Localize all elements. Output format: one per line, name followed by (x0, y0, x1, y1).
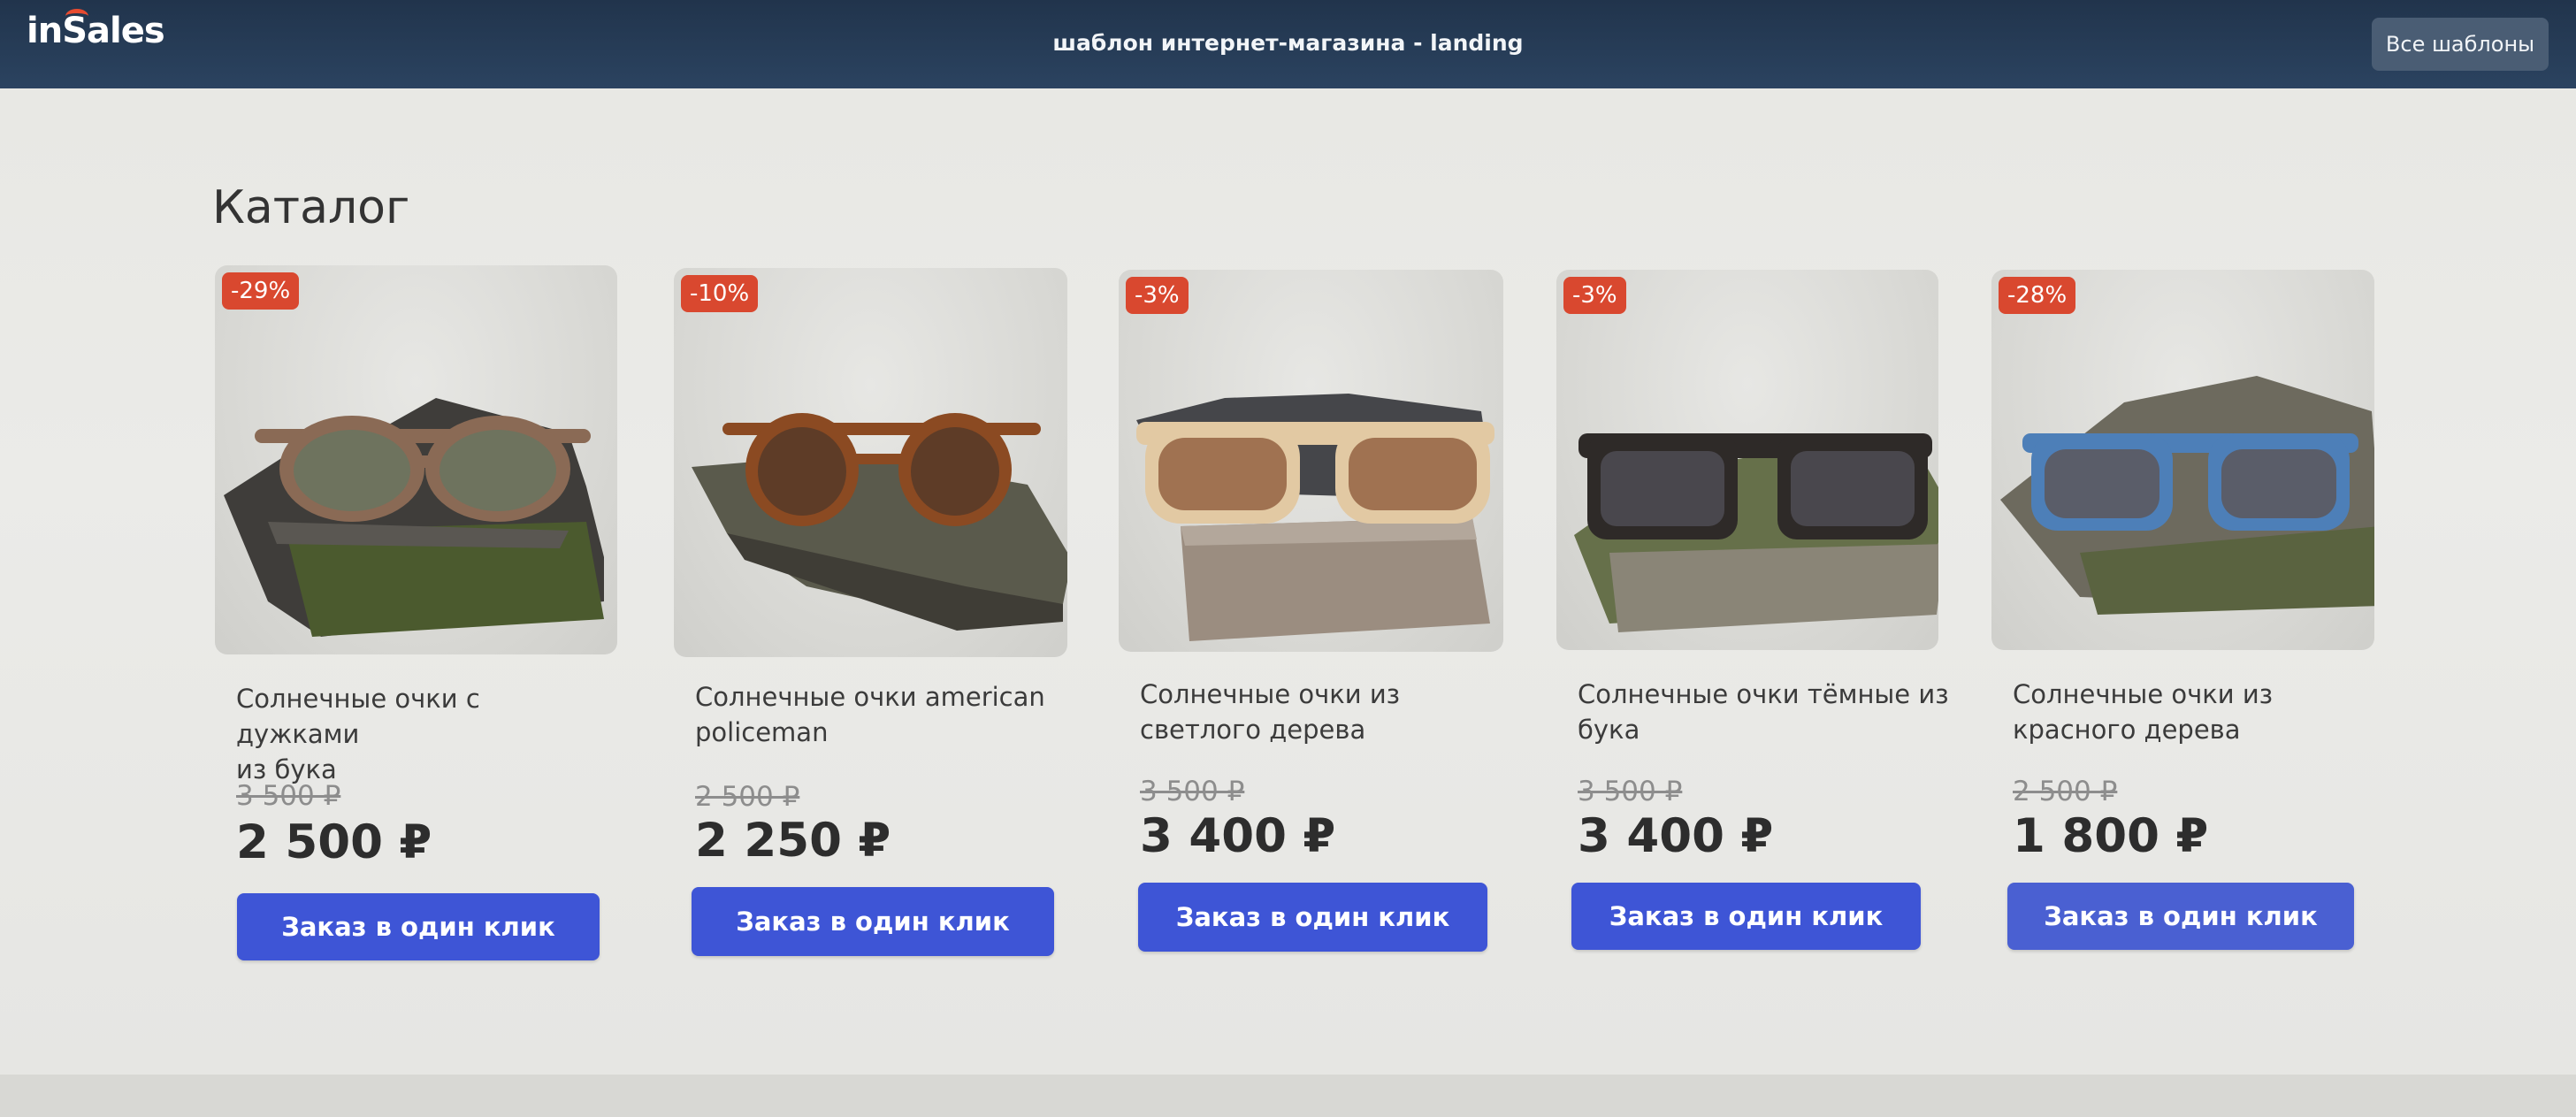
one-click-order-button[interactable]: Заказ в один клик (1571, 883, 1921, 950)
product-image[interactable]: -29% (215, 265, 617, 654)
sunglasses-on-stone-image (1136, 394, 1494, 641)
price: 3 400 ₽ (1578, 809, 1774, 863)
product-image[interactable]: -28% (1991, 270, 2374, 650)
all-templates-button[interactable]: Все шаблоны (2372, 18, 2549, 71)
discount-badge: -3% (1126, 277, 1189, 314)
one-click-order-button[interactable]: Заказ в один клик (692, 887, 1054, 956)
top-bar: inSales шаблон интернет-магазина - landi… (0, 0, 2576, 88)
product-image[interactable]: -3% (1119, 270, 1503, 652)
product-card: -28% Солнечные очки из красного дерева 2… (1991, 270, 2394, 977)
discount-badge: -3% (1563, 277, 1626, 314)
sunglasses-on-stone-image (2000, 376, 2374, 615)
product-name[interactable]: Солнечные очки тёмные из бука (1578, 677, 1949, 747)
price: 1 800 ₽ (2013, 809, 2209, 863)
one-click-order-button[interactable]: Заказ в один клик (1138, 883, 1487, 952)
discount-badge: -10% (681, 275, 759, 312)
logo-arc-icon (65, 9, 88, 24)
product-name[interactable]: Солнечные очки из красного дерева (2013, 677, 2384, 747)
product-card: -29% Солнечные очки с дужками из бука 3 … (215, 265, 617, 973)
old-price: 2 500 ₽ (695, 781, 800, 813)
template-title: шаблон интернет-магазина - landing (1052, 30, 1524, 56)
old-price: 3 500 ₽ (1140, 776, 1245, 807)
discount-badge: -28% (1999, 277, 2076, 314)
sunglasses-on-stone-image (1574, 433, 1938, 632)
price: 2 500 ₽ (236, 815, 432, 869)
page-bottom (0, 1075, 2576, 1117)
product-name[interactable]: Солнечные очки с дужками из бука (236, 681, 608, 787)
product-image[interactable]: -3% (1556, 270, 1938, 650)
one-click-order-button[interactable]: Заказ в один клик (2007, 883, 2354, 950)
product-name[interactable]: Солнечные очки из светлого дерева (1140, 677, 1511, 747)
one-click-order-button[interactable]: Заказ в один клик (237, 893, 600, 960)
product-card: -3% Солнечные очки тёмные из бука 3 500 … (1556, 270, 1959, 977)
product-name[interactable]: Солнечные очки american policeman (695, 679, 1066, 750)
sunglasses-on-stone-image (224, 398, 604, 637)
price: 3 400 ₽ (1140, 809, 1336, 863)
product-card: -10% Солнечные очки american policeman 2… (674, 268, 1076, 975)
landing-page: Каталог -29% Солнечные очки с дужками из… (0, 88, 2576, 1075)
catalog-heading: Каталог (212, 181, 410, 234)
sunglasses-on-stone-image (692, 413, 1067, 631)
old-price: 3 500 ₽ (236, 780, 341, 812)
discount-badge: -29% (222, 272, 300, 310)
old-price: 3 500 ₽ (1578, 776, 1683, 807)
product-image[interactable]: -10% (674, 268, 1067, 657)
product-card: -3% Солнечные очки из светлого дерева 3 … (1119, 270, 1521, 977)
old-price: 2 500 ₽ (2013, 776, 2118, 807)
price: 2 250 ₽ (695, 814, 891, 868)
